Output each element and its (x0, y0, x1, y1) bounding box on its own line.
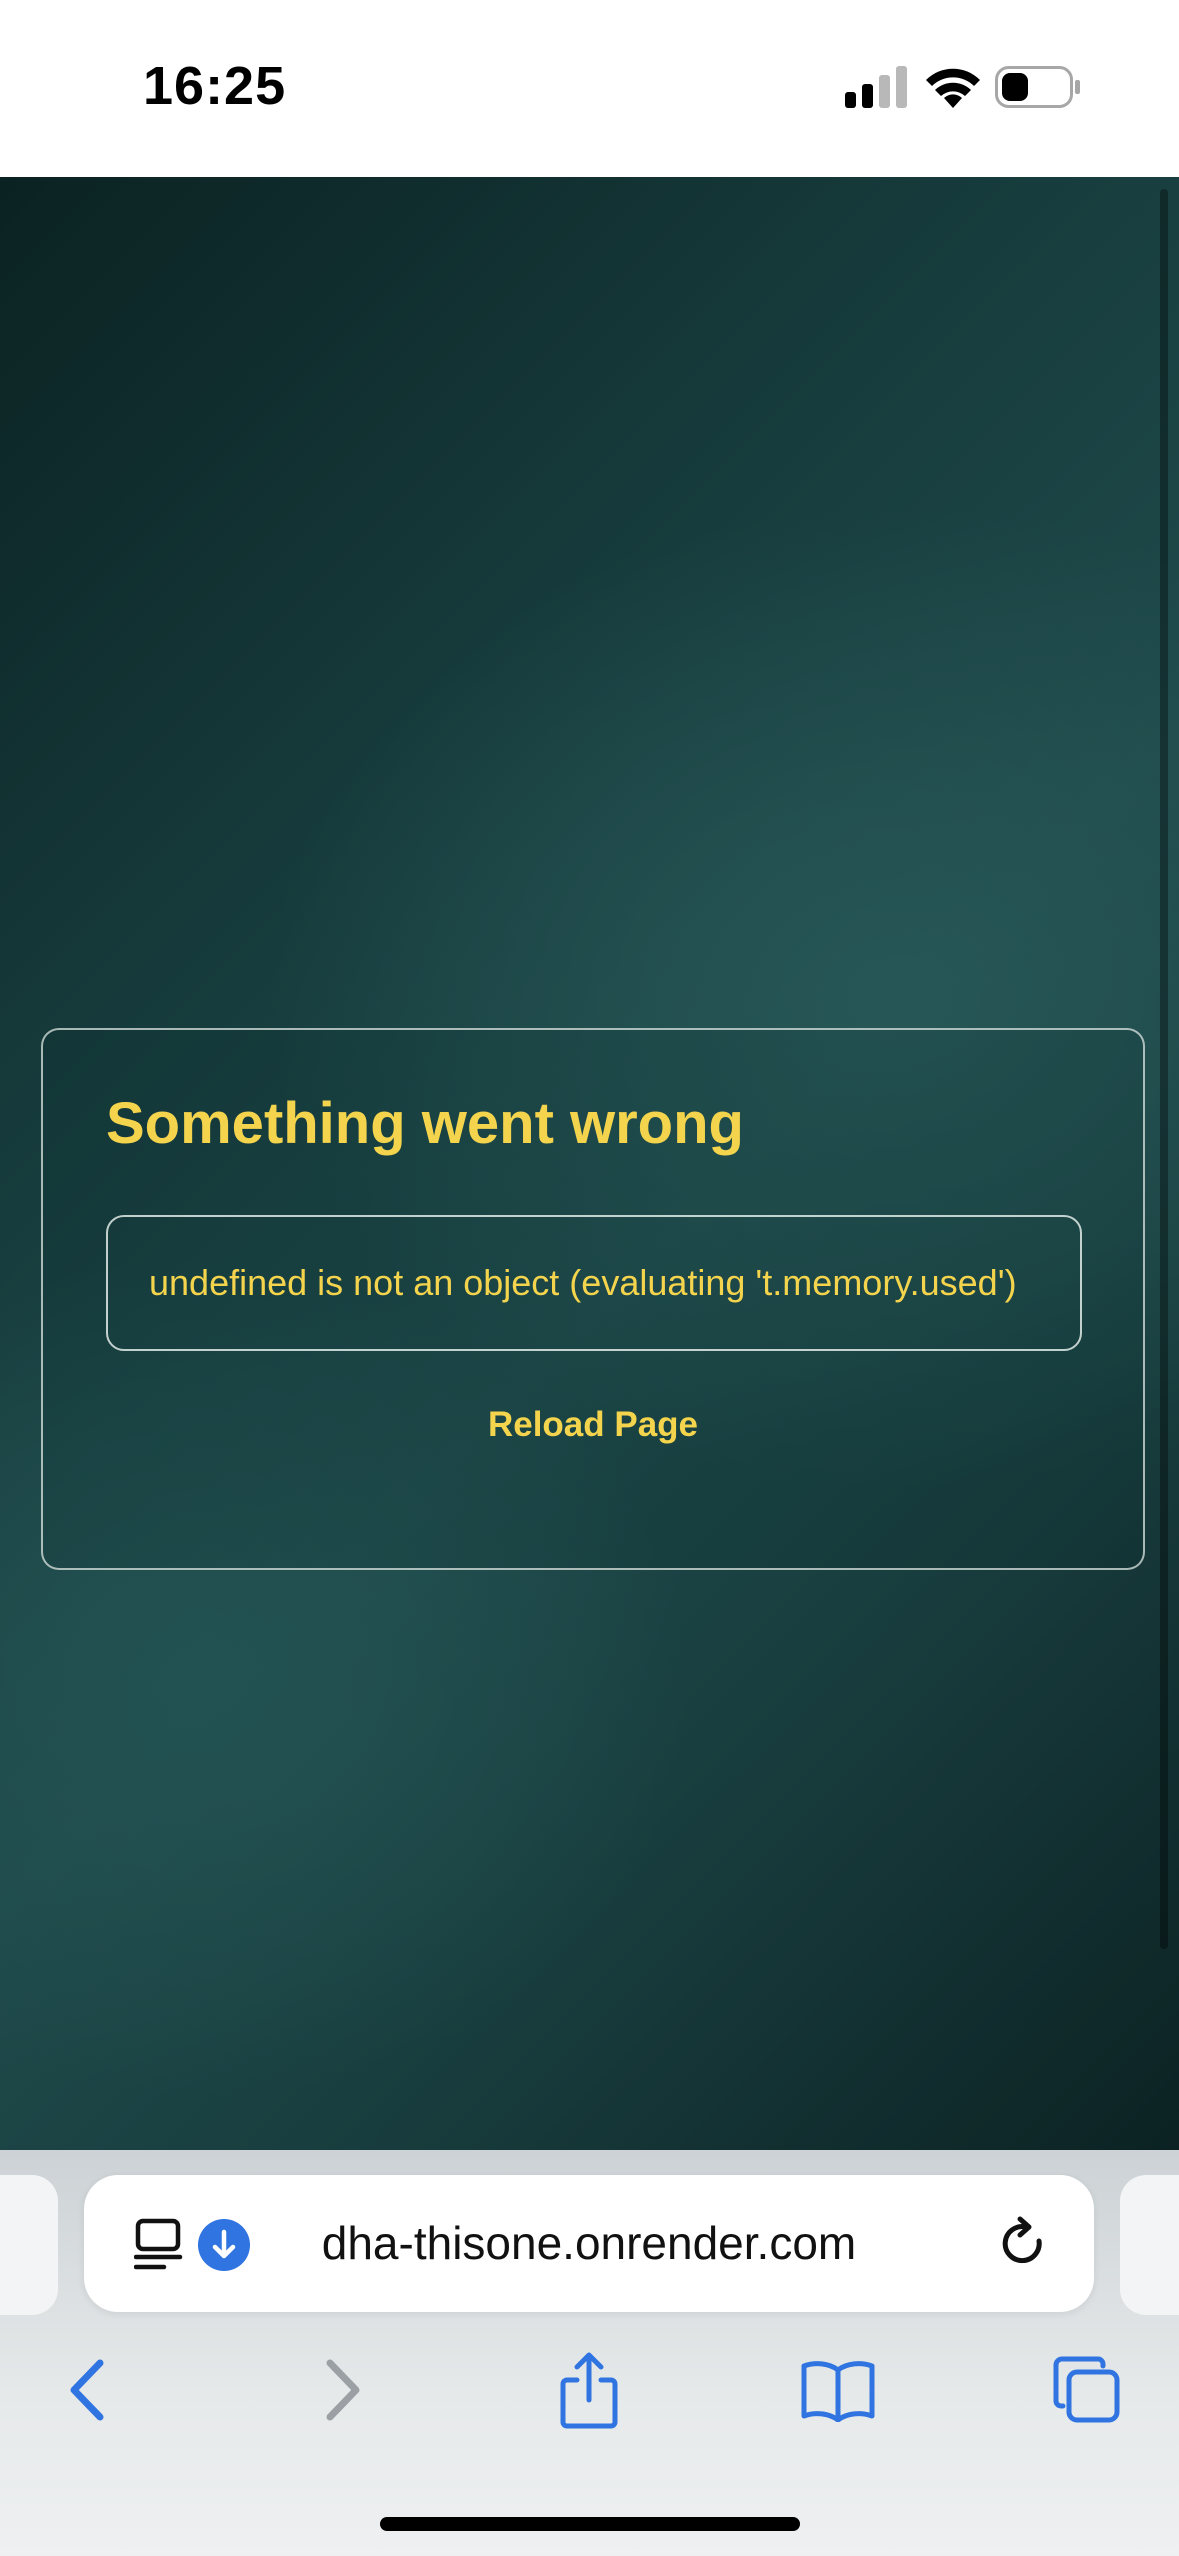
bookmarks-button[interactable] (793, 2345, 883, 2435)
home-indicator[interactable] (380, 2517, 800, 2531)
error-card: Something went wrong undefined is not an… (41, 1028, 1145, 1570)
battery-icon (995, 66, 1080, 108)
forward-button[interactable] (298, 2345, 388, 2435)
address-bar[interactable]: dha-thisone.onrender.com (84, 2175, 1094, 2312)
reload-icon[interactable] (996, 2215, 1052, 2273)
clock: 16:25 (143, 56, 287, 116)
download-icon[interactable] (198, 2219, 250, 2271)
forward-icon (326, 2359, 360, 2421)
error-message: undefined is not an object (evaluating '… (149, 1262, 1017, 1303)
navigation-row (0, 2345, 1179, 2435)
tabs-button[interactable] (1042, 2345, 1132, 2435)
error-title: Something went wrong (106, 1091, 744, 1156)
next-tab-preview[interactable] (1120, 2175, 1179, 2315)
cellular-signal-icon (845, 66, 907, 108)
share-icon (560, 2352, 618, 2429)
tabs-icon (1053, 2356, 1120, 2423)
back-button[interactable] (42, 2345, 132, 2435)
error-message-box: undefined is not an object (evaluating '… (106, 1215, 1082, 1351)
status-bar: 16:25 (0, 0, 1179, 177)
reader-mode-icon[interactable] (134, 2217, 184, 2273)
browser-toolbar: dha-thisone.onrender.com (0, 2150, 1179, 2556)
back-icon (70, 2359, 104, 2421)
wifi-icon (926, 68, 980, 108)
previous-tab-preview[interactable] (0, 2175, 58, 2315)
bookmarks-icon (801, 2361, 875, 2422)
reload-page-button[interactable]: Reload Page (43, 1405, 1143, 1445)
share-button[interactable] (544, 2345, 634, 2435)
scrollbar[interactable] (1160, 189, 1168, 1949)
web-page: Something went wrong undefined is not an… (0, 177, 1179, 2150)
